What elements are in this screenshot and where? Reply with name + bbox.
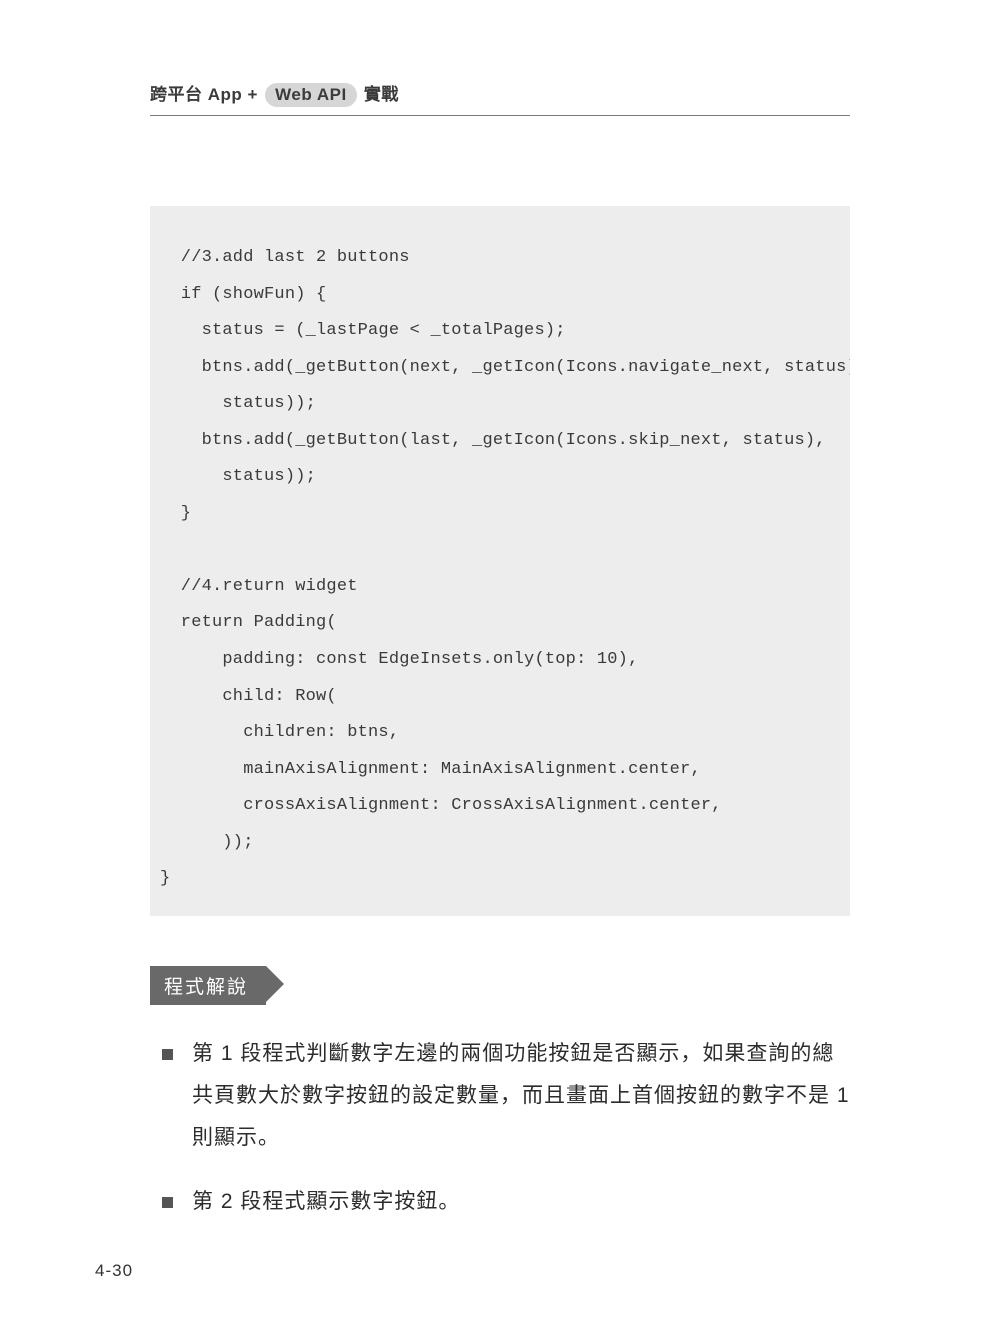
explanation-list: 第 1 段程式判斷數字左邊的兩個功能按鈕是否顯示，如果查詢的總共頁數大於數字按鈕…	[150, 1033, 850, 1223]
header-pill: Web API	[265, 83, 357, 107]
page-number: 4-30	[95, 1261, 133, 1281]
running-header: 跨平台 App + Web API 實戰	[150, 80, 850, 107]
list-item-text: 第 1 段程式判斷數字左邊的兩個功能按鈕是否顯示，如果查詢的總共頁數大於數字按鈕…	[192, 1042, 850, 1149]
section-label-wrap: 程式解說	[150, 966, 850, 1005]
section-label: 程式解說	[150, 966, 266, 1005]
header-divider	[150, 115, 850, 116]
list-item-text: 第 2 段程式顯示數字按鈕。	[192, 1190, 460, 1213]
header-prefix: 跨平台	[150, 85, 203, 104]
list-item: 第 1 段程式判斷數字左邊的兩個功能按鈕是否顯示，如果查詢的總共頁數大於數字按鈕…	[156, 1033, 850, 1159]
header-suffix: 實戰	[364, 85, 399, 104]
list-item: 第 2 段程式顯示數字按鈕。	[156, 1181, 850, 1223]
header-app: App +	[208, 85, 258, 104]
code-block: //3.add last 2 buttons if (showFun) { st…	[150, 206, 850, 916]
